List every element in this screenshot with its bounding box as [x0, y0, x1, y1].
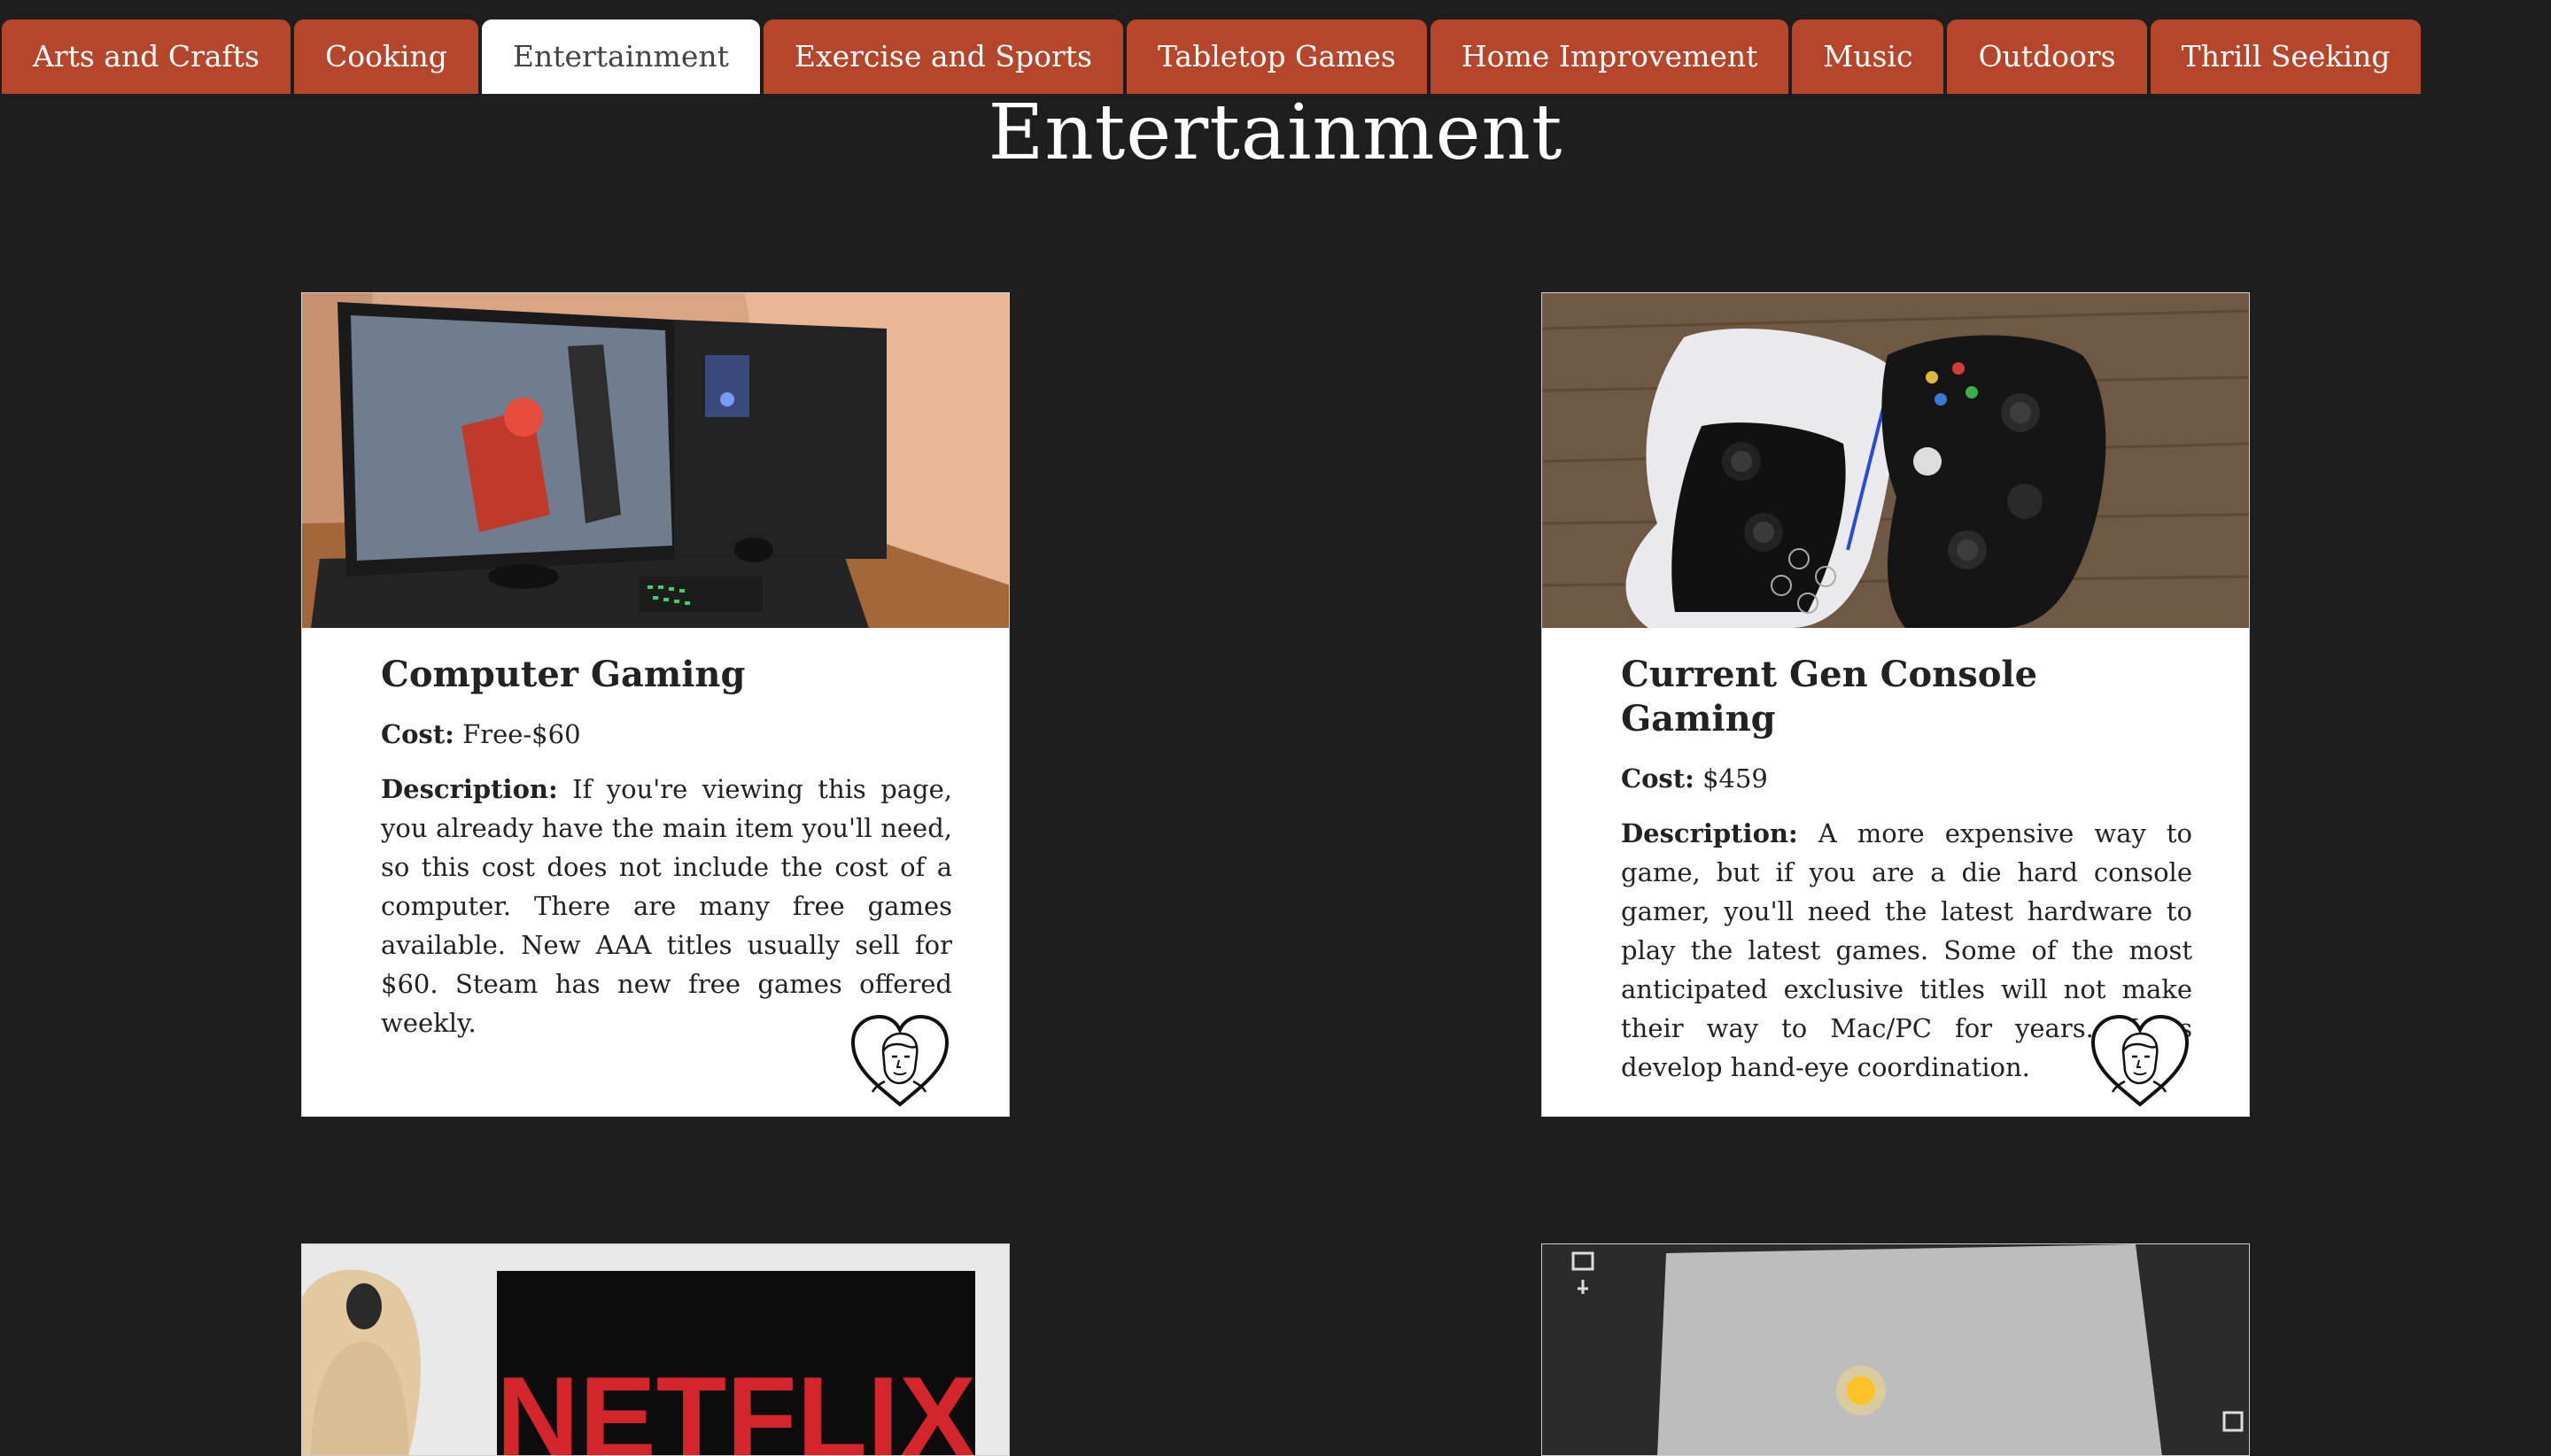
activity-card [1541, 1243, 2250, 1456]
tab-arts-and-crafts[interactable]: Arts and Crafts [2, 19, 291, 94]
cost-value: Free-$60 [462, 719, 581, 749]
device-photo [1542, 1244, 2249, 1455]
activity-card: NETFLIX [301, 1243, 1010, 1456]
activity-card: Computer Gaming Cost: Free-$60 Descripti… [301, 292, 1010, 1117]
tab-thrill-seeking[interactable]: Thrill Seeking [2150, 19, 2422, 94]
cost-value: $459 [1702, 763, 1768, 794]
card-cost: Cost: $459 [1621, 763, 1768, 794]
tab-outdoors[interactable]: Outdoors [1947, 19, 2147, 94]
description-text: If you're viewing this page, you already… [381, 774, 953, 1038]
streaming-photo: NETFLIX [302, 1244, 1009, 1456]
card-title: Current Gen Console Gaming [1621, 654, 2038, 740]
tab-tabletop-games[interactable]: Tabletop Games [1126, 19, 1427, 94]
category-tabs: Arts and Crafts Cooking Entertainment Ex… [0, 19, 2422, 94]
computer-gaming-photo [302, 293, 1009, 628]
card-cost: Cost: Free-$60 [381, 719, 581, 749]
activity-card: Current Gen Console Gaming Cost: $459 De… [1541, 292, 2250, 1117]
card-body: Computer Gaming Cost: Free-$60 Descripti… [302, 653, 1009, 1042]
console-gaming-photo [1542, 293, 2249, 628]
card-title: Computer Gaming [381, 654, 746, 695]
heart-face-icon[interactable] [848, 1012, 952, 1111]
tab-exercise-and-sports[interactable]: Exercise and Sports [763, 19, 1123, 94]
netflix-logo-text: NETFLIX [496, 1352, 976, 1456]
page-title: Entertainment [988, 89, 1563, 177]
tab-music[interactable]: Music [1792, 19, 1944, 94]
tab-entertainment[interactable]: Entertainment [481, 19, 760, 94]
tab-cooking[interactable]: Cooking [293, 19, 478, 94]
heart-face-icon[interactable] [2088, 1012, 2192, 1111]
card-description: Description: If you're viewing this page… [381, 774, 953, 1038]
tab-home-improvement[interactable]: Home Improvement [1430, 19, 1789, 94]
